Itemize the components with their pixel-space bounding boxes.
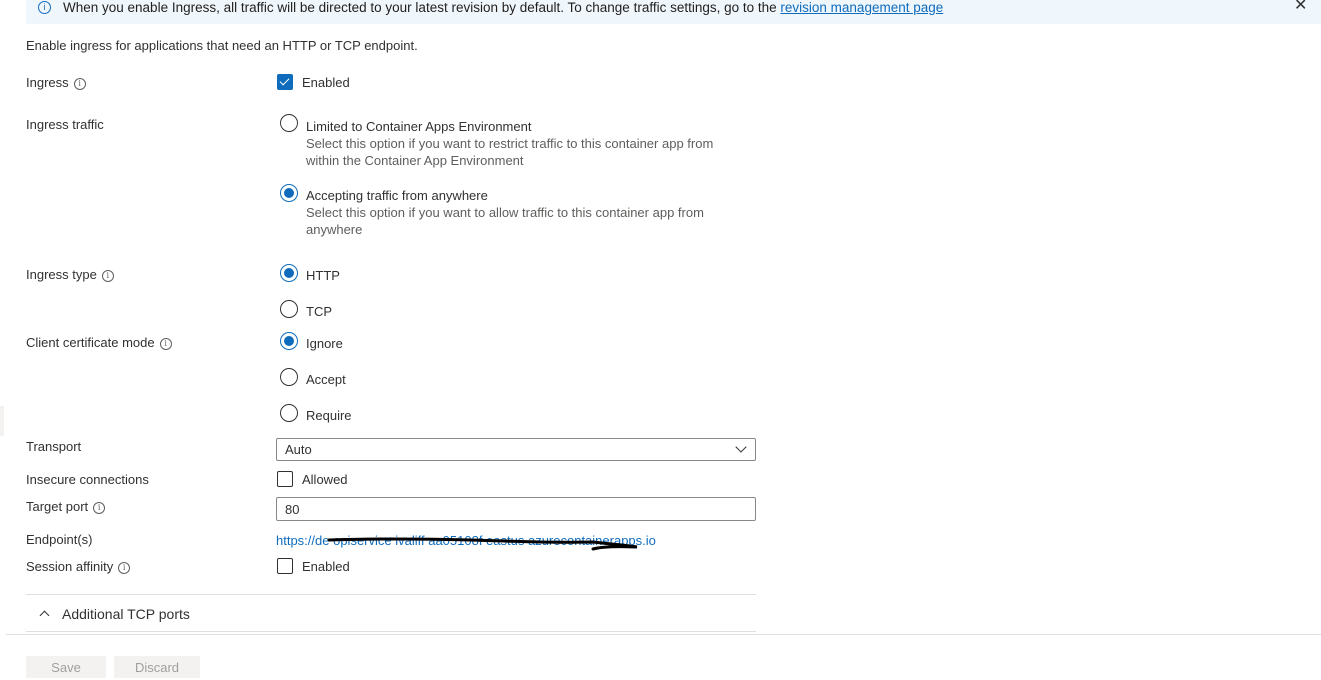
traffic-limited-radio[interactable] <box>280 114 298 132</box>
ingress-label: Ingress i <box>26 75 86 90</box>
target-port-input[interactable]: 80 <box>276 497 756 521</box>
ingress-type-tcp-label: TCP <box>306 304 332 319</box>
additional-tcp-ports-title[interactable]: Additional TCP ports <box>62 606 190 622</box>
target-port-value: 80 <box>285 502 300 517</box>
section-divider-bottom <box>26 631 756 632</box>
info-icon: i <box>38 1 51 14</box>
close-icon[interactable]: ✕ <box>1294 0 1308 14</box>
transport-select-value: Auto <box>285 442 312 457</box>
traffic-anywhere-description: Select this option if you want to allow … <box>306 205 704 237</box>
client-cert-require-radio[interactable] <box>280 404 298 422</box>
endpoints-label: Endpoint(s) <box>26 532 93 547</box>
client-cert-ignore-label: Ignore <box>306 336 343 351</box>
traffic-limited-description: Select this option if you want to restri… <box>306 136 714 168</box>
info-icon[interactable]: i <box>93 502 106 514</box>
client-cert-ignore-radio[interactable] <box>280 332 298 350</box>
insecure-allowed-checkbox[interactable] <box>277 471 293 487</box>
insecure-connections-label: Insecure connections <box>26 472 149 487</box>
client-cert-mode-label: Client certificate mode i <box>26 335 172 350</box>
client-cert-mode-label-text: Client certificate mode <box>26 335 155 350</box>
info-icon[interactable]: i <box>118 562 131 574</box>
footer-divider <box>6 634 1321 635</box>
chevron-down-icon <box>735 441 747 453</box>
ingress-type-http-radio[interactable] <box>280 264 298 282</box>
ingress-type-http-label: HTTP <box>306 268 340 283</box>
session-affinity-label-text: Session affinity <box>26 559 114 574</box>
traffic-limited-label: Limited to Container Apps Environment <box>306 119 532 134</box>
ingress-enabled-label: Enabled <box>302 75 350 90</box>
target-port-label-text: Target port <box>26 499 89 514</box>
client-cert-require-label: Require <box>306 408 352 423</box>
session-affinity-checkbox[interactable] <box>277 558 293 574</box>
transport-label: Transport <box>26 439 82 454</box>
transport-select[interactable]: Auto <box>276 438 756 461</box>
ingress-traffic-label: Ingress traffic <box>26 117 104 132</box>
traffic-anywhere-label: Accepting traffic from anywhere <box>306 188 488 203</box>
ingress-type-label: Ingress type i <box>26 267 114 282</box>
ingress-type-label-text: Ingress type <box>26 267 97 282</box>
info-icon[interactable]: i <box>159 338 172 350</box>
revision-management-link[interactable]: revision management page <box>780 0 943 15</box>
info-banner: i When you enable Ingress, all traffic w… <box>26 0 1321 24</box>
ingress-label-text: Ingress <box>26 75 69 90</box>
banner-message: When you enable Ingress, all traffic wil… <box>63 0 943 15</box>
info-icon[interactable]: i <box>101 270 114 282</box>
session-affinity-label: Session affinity i <box>26 559 131 574</box>
info-icon[interactable]: i <box>73 78 86 90</box>
intro-text: Enable ingress for applications that nee… <box>26 38 418 53</box>
redaction-scribble <box>327 537 638 551</box>
traffic-anywhere-radio[interactable] <box>280 184 298 202</box>
client-cert-accept-radio[interactable] <box>280 368 298 386</box>
ingress-type-tcp-radio[interactable] <box>280 300 298 318</box>
banner-text: When you enable Ingress, all traffic wil… <box>63 0 781 15</box>
session-affinity-enabled-label: Enabled <box>302 559 350 574</box>
client-cert-accept-label: Accept <box>306 372 346 387</box>
target-port-label: Target port i <box>26 499 106 514</box>
insecure-allowed-label: Allowed <box>302 472 348 487</box>
ingress-enabled-checkbox[interactable] <box>277 74 293 90</box>
left-scroll-marker <box>0 406 4 436</box>
